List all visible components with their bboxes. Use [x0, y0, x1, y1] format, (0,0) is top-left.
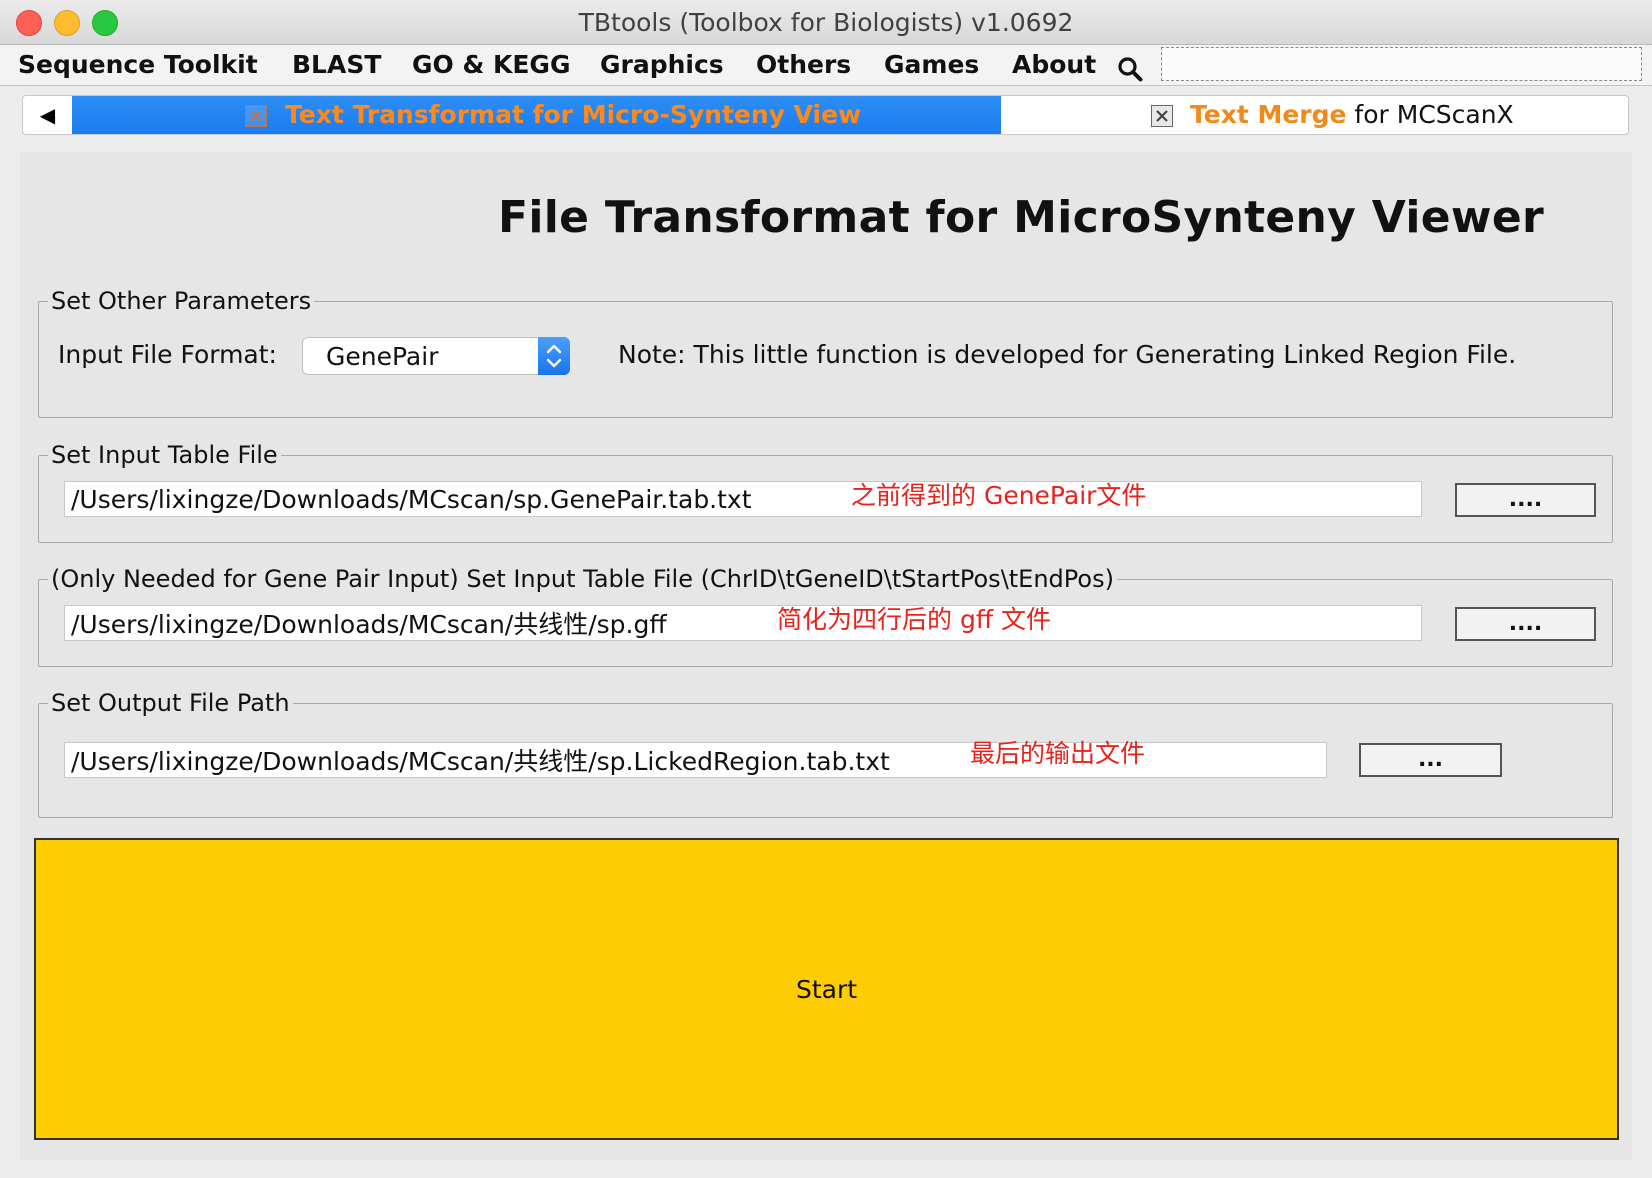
input-table-legend: Set Input Table File	[51, 441, 278, 469]
gene-pair-path-field[interactable]	[64, 605, 1422, 641]
menu-games[interactable]: Games	[884, 48, 979, 82]
menu-bar: Sequence Toolkit BLAST GO & KEGG Graphic…	[0, 45, 1652, 86]
window-title: TBtools (Toolbox for Biologists) v1.0692	[578, 8, 1074, 37]
input-table-annotation: 之前得到的 GenePair文件	[851, 481, 1147, 510]
menu-graphics[interactable]: Graphics	[600, 48, 724, 82]
left-arrow-icon: ◀	[39, 103, 56, 127]
input-table-path-field[interactable]	[64, 481, 1422, 517]
gene-pair-annotation: 简化为四行后的 gff 文件	[777, 605, 1051, 634]
page-title: File Transformat for MicroSynteny Viewer	[498, 192, 1544, 243]
tab-label-emphasis: Text Merge	[1190, 100, 1347, 129]
search-input[interactable]	[1161, 47, 1642, 81]
output-browse-button[interactable]: ...	[1359, 743, 1502, 777]
tab-scroll-back-button[interactable]: ◀	[23, 96, 72, 134]
params-legend: Set Other Parameters	[51, 287, 312, 315]
menu-sequence-toolkit[interactable]: Sequence Toolkit	[18, 48, 258, 82]
output-annotation: 最后的输出文件	[970, 739, 1146, 768]
updown-chevron-icon[interactable]	[538, 337, 570, 375]
menu-others[interactable]: Others	[756, 48, 851, 82]
input-format-select[interactable]: GenePair	[302, 337, 570, 375]
search-icon[interactable]	[1117, 56, 1143, 82]
tab-label-rest: for MCScanX	[1346, 100, 1514, 129]
output-legend: Set Output File Path	[51, 689, 290, 717]
input-format-label: Input File Format:	[58, 340, 277, 369]
menu-about[interactable]: About	[1012, 48, 1096, 82]
menu-blast[interactable]: BLAST	[292, 48, 381, 82]
gene-pair-legend: (Only Needed for Gene Pair Input) Set In…	[51, 565, 1114, 593]
title-bar: TBtools (Toolbox for Biologists) v1.0692	[0, 0, 1652, 45]
tab-text-merge[interactable]: Text Merge for MCScanX	[1001, 96, 1628, 134]
note-text: Note: This little function is developed …	[618, 340, 1517, 369]
tab-text-transformat[interactable]: Text Transformat for Micro-Synteny View	[72, 96, 1001, 134]
menu-go-kegg[interactable]: GO & KEGG	[412, 48, 570, 82]
start-button[interactable]: Start	[34, 838, 1619, 1140]
close-icon[interactable]	[245, 105, 267, 127]
gene-pair-browse-button[interactable]: ....	[1455, 607, 1596, 641]
close-icon[interactable]	[1151, 105, 1173, 127]
tab-strip: ◀ Text Transformat for Micro-Synteny Vie…	[22, 95, 1629, 135]
input-format-value: GenePair	[326, 342, 439, 371]
input-table-browse-button[interactable]: ....	[1455, 483, 1596, 517]
tab-label: Text Merge for MCScanX	[1190, 98, 1514, 132]
tab-label: Text Transformat for Micro-Synteny View	[285, 100, 862, 129]
